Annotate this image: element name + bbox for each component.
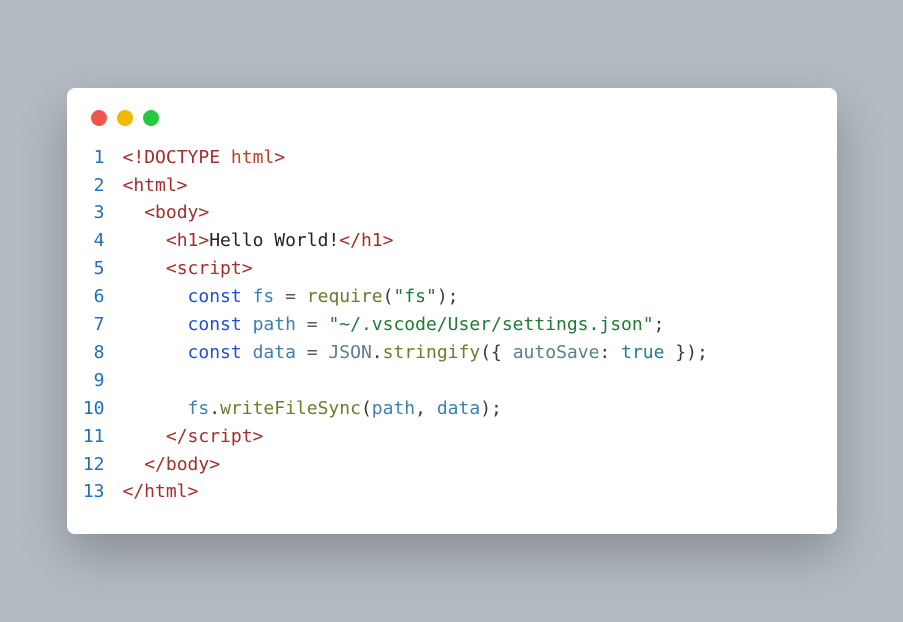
line-number: 1 bbox=[67, 144, 123, 172]
code-content: <script> bbox=[123, 255, 837, 283]
code-line: 7 const path = "~/.vscode/User/settings.… bbox=[67, 311, 837, 339]
code-line: 2 <html> bbox=[67, 172, 837, 200]
line-number: 2 bbox=[67, 172, 123, 200]
line-number: 9 bbox=[67, 367, 123, 395]
code-line: 5 <script> bbox=[67, 255, 837, 283]
code-line: 9 bbox=[67, 367, 837, 395]
code-content: <body> bbox=[123, 199, 837, 227]
code-block: 1 <!DOCTYPE html> 2 <html> 3 <body> 4 <h… bbox=[67, 144, 837, 507]
line-number: 12 bbox=[67, 451, 123, 479]
code-line: 13 </html> bbox=[67, 478, 837, 506]
code-line: 12 </body> bbox=[67, 451, 837, 479]
code-content: <html> bbox=[123, 172, 837, 200]
line-number: 10 bbox=[67, 395, 123, 423]
line-number: 11 bbox=[67, 423, 123, 451]
code-line: 8 const data = JSON.stringify({ autoSave… bbox=[67, 339, 837, 367]
code-line: 11 </script> bbox=[67, 423, 837, 451]
minimize-icon[interactable] bbox=[117, 110, 133, 126]
code-content: </html> bbox=[123, 478, 837, 506]
code-window: 1 <!DOCTYPE html> 2 <html> 3 <body> 4 <h… bbox=[67, 88, 837, 535]
line-number: 5 bbox=[67, 255, 123, 283]
code-content: <!DOCTYPE html> bbox=[123, 144, 837, 172]
line-number: 6 bbox=[67, 283, 123, 311]
code-content: const fs = require("fs"); bbox=[123, 283, 837, 311]
maximize-icon[interactable] bbox=[143, 110, 159, 126]
code-content: </body> bbox=[123, 451, 837, 479]
code-content: fs.writeFileSync(path, data); bbox=[123, 395, 837, 423]
line-number: 4 bbox=[67, 227, 123, 255]
code-content: const path = "~/.vscode/User/settings.js… bbox=[123, 311, 837, 339]
line-number: 3 bbox=[67, 199, 123, 227]
code-line: 10 fs.writeFileSync(path, data); bbox=[67, 395, 837, 423]
close-icon[interactable] bbox=[91, 110, 107, 126]
code-content: const data = JSON.stringify({ autoSave: … bbox=[123, 339, 837, 367]
code-line: 6 const fs = require("fs"); bbox=[67, 283, 837, 311]
line-number: 13 bbox=[67, 478, 123, 506]
line-number: 7 bbox=[67, 311, 123, 339]
code-content: <h1>Hello World!</h1> bbox=[123, 227, 837, 255]
code-content: </script> bbox=[123, 423, 837, 451]
code-line: 1 <!DOCTYPE html> bbox=[67, 144, 837, 172]
code-line: 3 <body> bbox=[67, 199, 837, 227]
code-line: 4 <h1>Hello World!</h1> bbox=[67, 227, 837, 255]
line-number: 8 bbox=[67, 339, 123, 367]
window-controls bbox=[67, 110, 837, 144]
